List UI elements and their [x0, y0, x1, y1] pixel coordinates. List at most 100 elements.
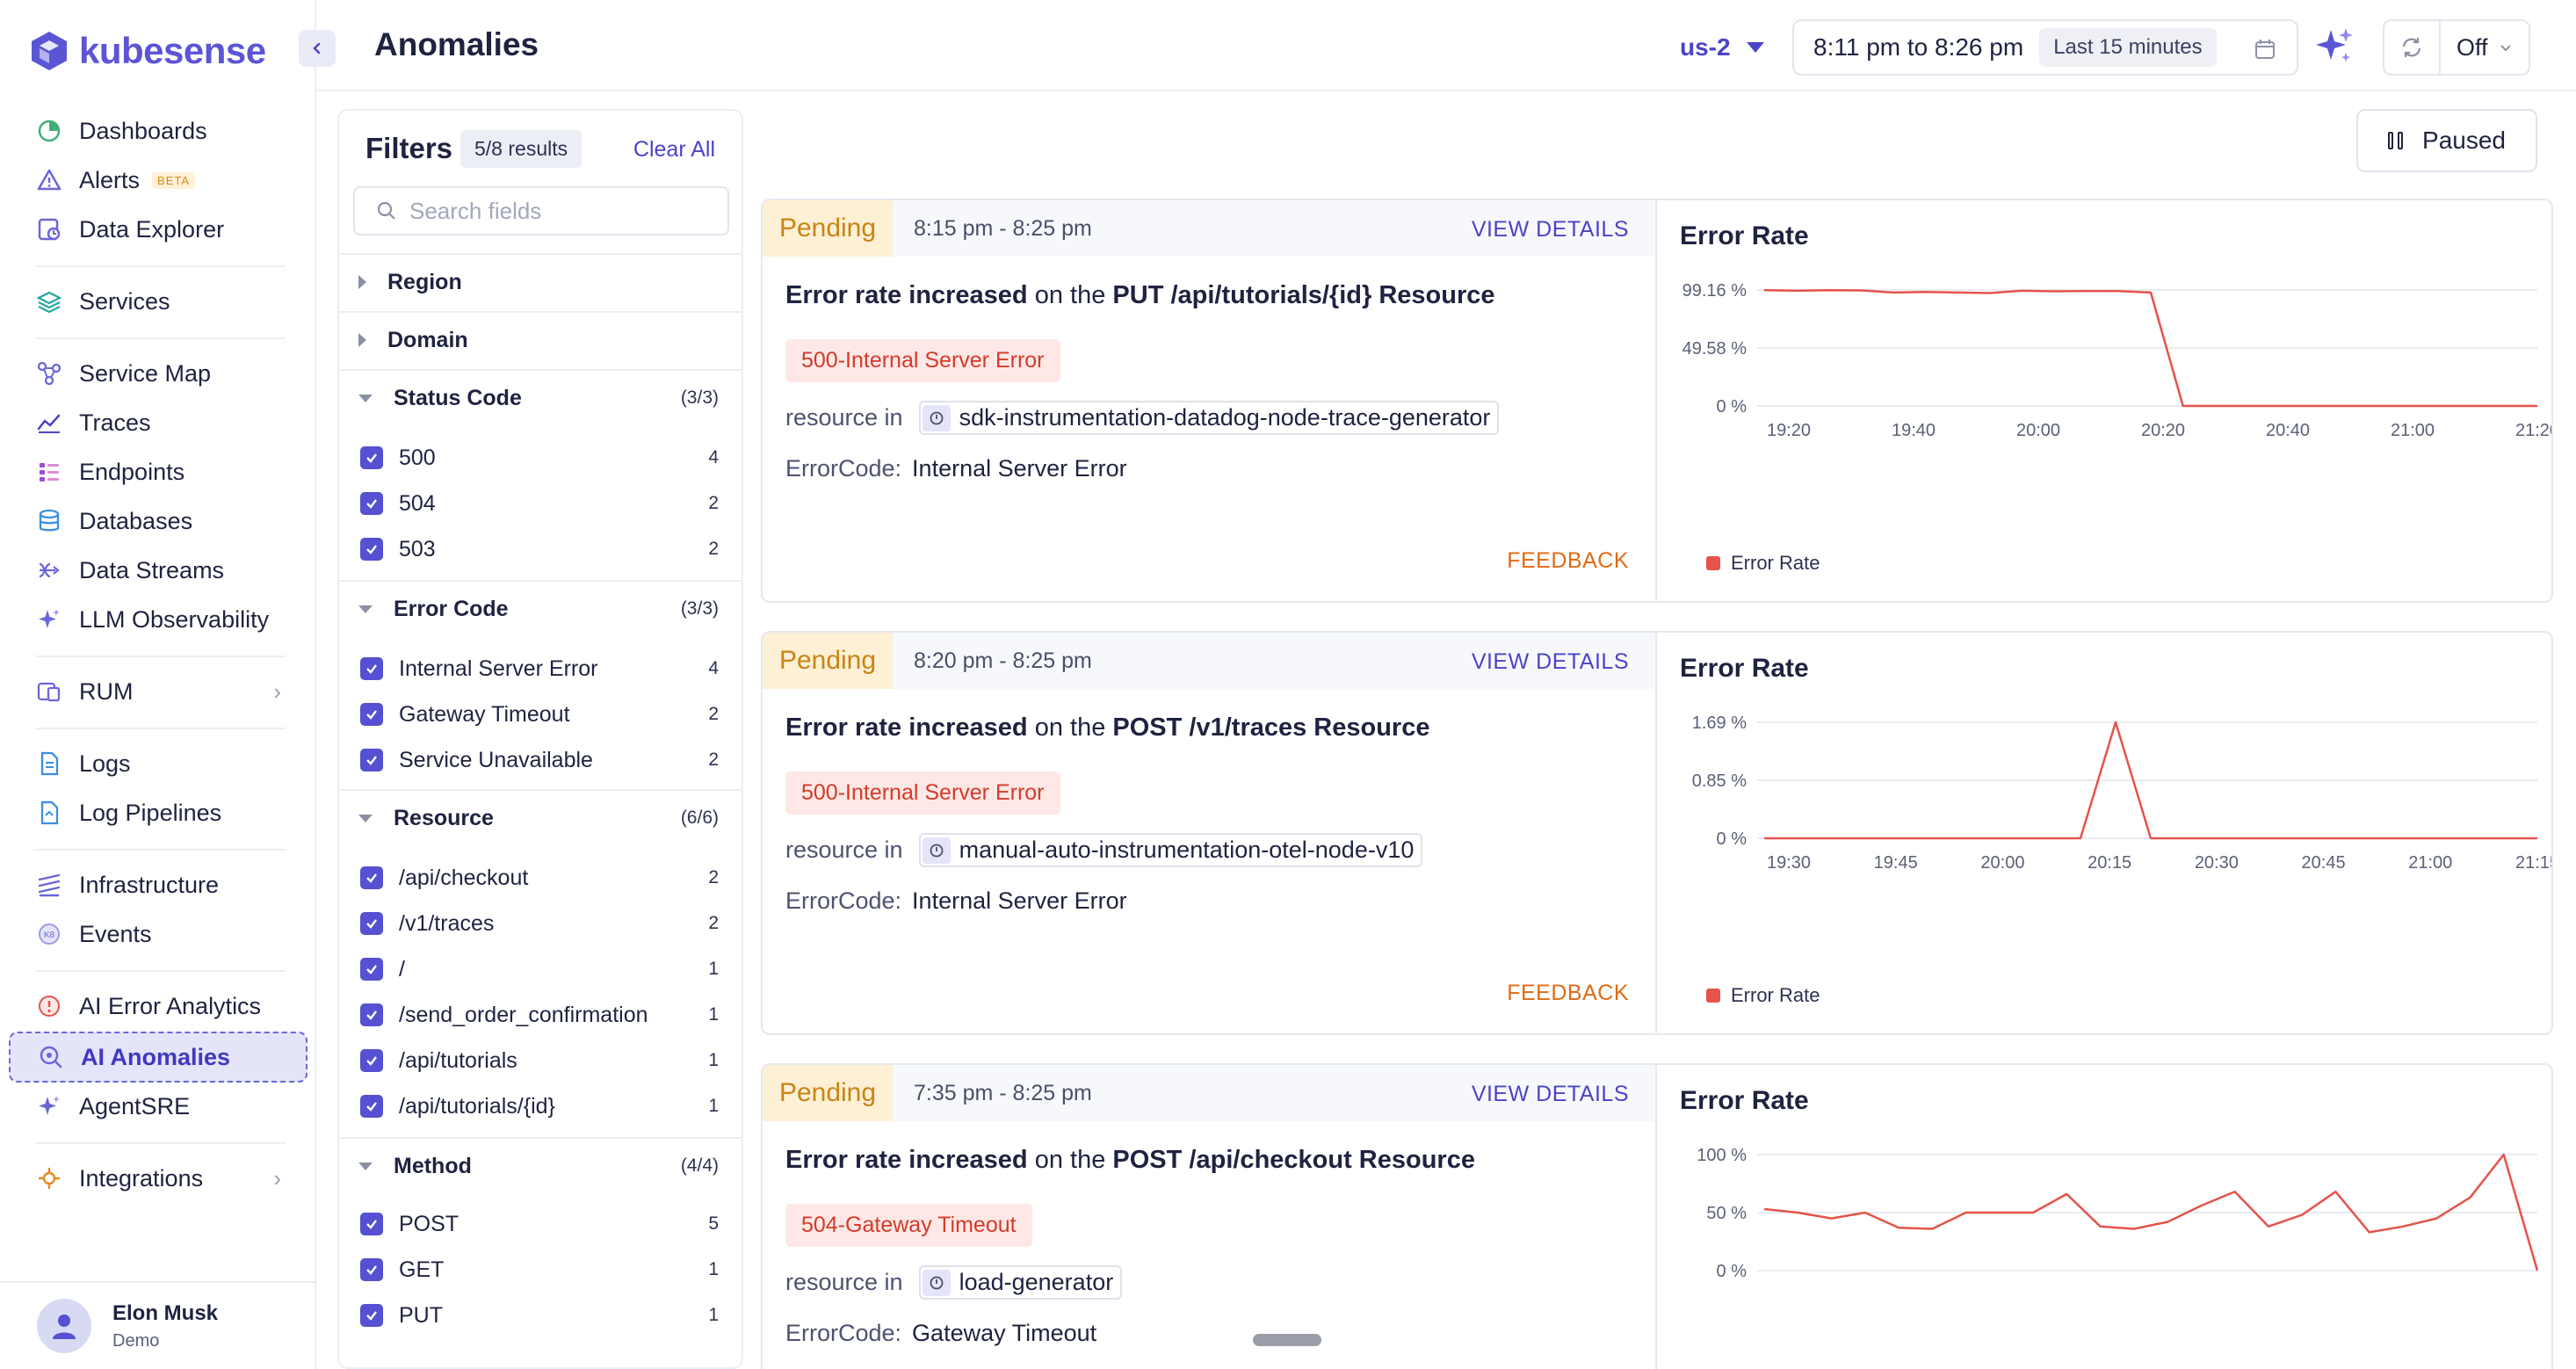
sidebar-item-data-explorer[interactable]: Data Explorer — [9, 206, 308, 253]
filter-section-method[interactable]: Method (4/4) — [339, 1137, 742, 1193]
sidebar-item-agentsre[interactable]: AgentSRE — [9, 1083, 308, 1130]
checkbox-checked-icon[interactable] — [360, 1258, 383, 1281]
refresh-button[interactable] — [2384, 21, 2441, 74]
checkbox-checked-icon[interactable] — [360, 657, 383, 680]
checkbox-checked-icon[interactable] — [360, 1304, 383, 1327]
filter-option[interactable]: PUT 1 — [360, 1295, 722, 1336]
section-title: Resource — [394, 805, 494, 830]
sidebar-item-dashboards[interactable]: Dashboards — [9, 107, 308, 155]
checkbox-checked-icon[interactable] — [360, 446, 383, 469]
x-tick-label: 20:40 — [2266, 421, 2310, 440]
checkbox-checked-icon[interactable] — [360, 912, 383, 935]
x-tick-label: 21:00 — [2391, 421, 2435, 440]
option-label: Service Unavailable — [399, 747, 593, 772]
sidebar-item-service-map[interactable]: Service Map — [9, 350, 308, 397]
region-selector[interactable]: us-2 — [1680, 33, 1764, 62]
search-fields-input[interactable] — [409, 197, 726, 225]
option-count: 1 — [708, 1259, 719, 1279]
checkbox-checked-icon[interactable] — [360, 866, 383, 889]
checkbox-checked-icon[interactable] — [360, 1095, 383, 1118]
error-code-line: ErrorCode: Gateway Timeout — [785, 1320, 1096, 1347]
sidebar-item-databases[interactable]: Databases — [9, 497, 308, 545]
filter-option[interactable]: 503 2 — [360, 529, 722, 569]
filter-option[interactable]: POST 5 — [360, 1204, 722, 1244]
collapse-sidebar-button[interactable] — [299, 30, 336, 67]
y-tick-label: 99.16 % — [1682, 281, 1747, 301]
resource-icon — [922, 404, 951, 431]
filter-option[interactable]: Service Unavailable 2 — [360, 740, 722, 780]
filter-section-region[interactable]: Region — [339, 253, 742, 309]
refresh-interval-select[interactable]: Off — [2441, 34, 2513, 62]
sidebar-item-label: Services — [79, 287, 170, 315]
sidebar-item-ai-error-analytics[interactable]: AI Error Analytics — [9, 982, 308, 1030]
sidebar-divider — [35, 656, 286, 657]
time-range-picker[interactable]: 8:11 pm to 8:26 pm Last 15 minutes — [1792, 19, 2298, 76]
checkbox-checked-icon[interactable] — [360, 1213, 383, 1235]
feedback-button[interactable]: FEEDBACK — [1507, 981, 1629, 1006]
filter-option[interactable]: /api/checkout 2 — [360, 858, 722, 898]
calendar-icon[interactable] — [2253, 37, 2277, 62]
resource-chip[interactable]: load-generator — [918, 1265, 1123, 1300]
clear-all-button[interactable]: Clear All — [633, 137, 715, 163]
filter-option[interactable]: /send_order_confirmation 1 — [360, 995, 722, 1035]
checkbox-checked-icon[interactable] — [360, 958, 383, 981]
sparkle-icon — [35, 1092, 63, 1120]
view-details-link[interactable]: VIEW DETAILS — [1472, 649, 1629, 675]
sidebar-item-llm-observability[interactable]: LLM Observability — [9, 596, 308, 643]
chevron-right-icon: › — [273, 677, 281, 705]
filter-section-status-code[interactable]: Status Code (3/3) — [339, 369, 742, 425]
pipeline-icon — [35, 799, 63, 827]
title-prefix: Error rate increased — [785, 713, 1028, 742]
x-tick-label: 21:15 — [2515, 853, 2553, 873]
checkbox-checked-icon[interactable] — [360, 749, 383, 771]
resource-chip[interactable]: sdk-instrumentation-datadog-node-trace-g… — [918, 401, 1500, 435]
scroll-handle[interactable] — [1253, 1334, 1321, 1346]
sidebar-item-log-pipelines[interactable]: Log Pipelines — [9, 789, 308, 837]
sidebar-item-integrations[interactable]: Integrations › — [9, 1155, 308, 1202]
filter-section-domain[interactable]: Domain — [339, 311, 742, 367]
sidebar-item-alerts[interactable]: Alerts BETA — [9, 156, 308, 204]
filter-option[interactable]: /1 — [360, 949, 722, 989]
filter-option[interactable]: 500 4 — [360, 438, 722, 478]
checkbox-checked-icon[interactable] — [360, 538, 383, 561]
ai-sparkle-button[interactable] — [2312, 25, 2356, 73]
checkbox-checked-icon[interactable] — [360, 1049, 383, 1072]
resource-chip[interactable]: manual-auto-instrumentation-otel-node-v1… — [918, 833, 1423, 867]
filter-option[interactable]: 504 2 — [360, 483, 722, 524]
sidebar-item-logs[interactable]: Logs — [9, 740, 308, 787]
pause-toggle-button[interactable]: Paused — [2356, 109, 2537, 172]
sidebar-item-ai-anomalies[interactable]: AI Anomalies — [9, 1032, 308, 1083]
view-details-link[interactable]: VIEW DETAILS — [1472, 217, 1629, 243]
sidebar-item-label: AI Anomalies — [81, 1043, 231, 1070]
sidebar-item-traces[interactable]: Traces — [9, 399, 308, 446]
user-profile[interactable]: Elon Musk Demo — [0, 1281, 315, 1369]
sidebar-item-services[interactable]: Services — [9, 278, 308, 325]
app-logo[interactable]: kubesense — [30, 26, 266, 76]
sidebar-item-events[interactable]: K8 Events — [9, 910, 308, 958]
filter-option[interactable]: /api/tutorials 1 — [360, 1040, 722, 1081]
checkbox-checked-icon[interactable] — [360, 703, 383, 726]
filter-option[interactable]: GET 1 — [360, 1249, 722, 1290]
filter-option[interactable]: /v1/traces 2 — [360, 903, 722, 944]
filter-option[interactable]: Gateway Timeout 2 — [360, 694, 722, 735]
error-code-value: Internal Server Error — [912, 887, 1127, 914]
sidebar-item-infrastructure[interactable]: Infrastructure — [9, 861, 308, 909]
sidebar-item-label: Events — [79, 920, 152, 947]
sidebar-item-rum[interactable]: RUM › — [9, 668, 308, 715]
filter-section-error-code[interactable]: Error Code (3/3) — [339, 580, 742, 636]
filter-section-resource[interactable]: Resource (6/6) — [339, 789, 742, 845]
sidebar-item-label: Traces — [79, 409, 151, 436]
caret-right-icon — [358, 275, 366, 289]
checkbox-checked-icon[interactable] — [360, 1003, 383, 1026]
error-badge: 504-Gateway Timeout — [785, 1204, 1032, 1247]
checkbox-checked-icon[interactable] — [360, 492, 383, 515]
view-details-link[interactable]: VIEW DETAILS — [1472, 1082, 1629, 1107]
option-label: /api/tutorials — [399, 1047, 517, 1073]
sidebar-item-data-streams[interactable]: Data Streams — [9, 547, 308, 594]
filter-option[interactable]: /api/tutorials/{id} 1 — [360, 1086, 722, 1126]
sidebar-item-endpoints[interactable]: Endpoints — [9, 448, 308, 496]
feedback-button[interactable]: FEEDBACK — [1507, 548, 1629, 574]
y-tick-label: 0 % — [1717, 1262, 1747, 1281]
filter-option[interactable]: Internal Server Error 4 — [360, 648, 722, 689]
time-preset-badge[interactable]: Last 15 minutes — [2039, 28, 2217, 67]
